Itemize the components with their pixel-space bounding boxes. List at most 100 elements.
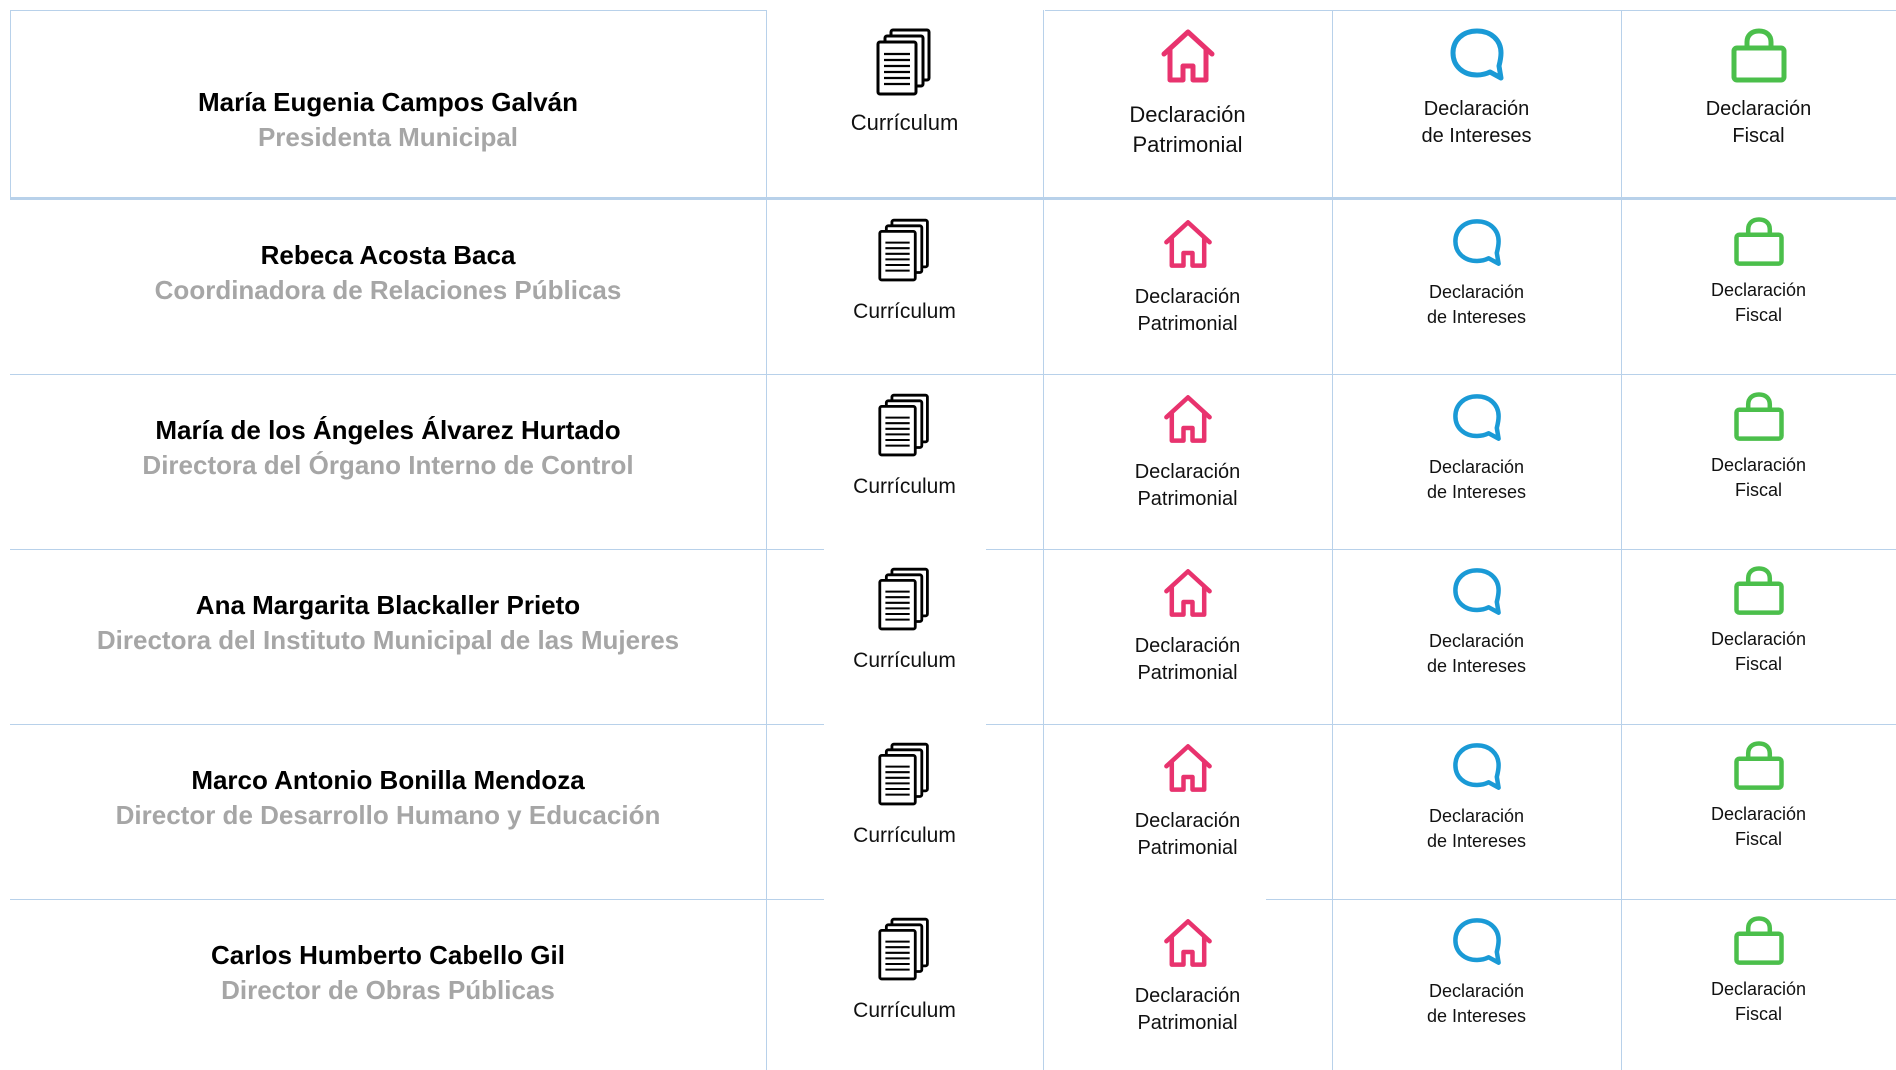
fiscal-label-2: Fiscal (1734, 654, 1782, 674)
fiscal-label-1: Declaración (1710, 804, 1807, 824)
person-role: Coordinadora de Relaciones Públicas (154, 275, 622, 305)
intereses-label-2: de Intereses (1426, 482, 1527, 502)
shopping-bag-icon (1733, 392, 1784, 441)
intereses-link[interactable]: Declaración de Intereses (1332, 915, 1621, 1029)
curriculum-label: Currículum (850, 110, 959, 135)
row-divider (10, 899, 824, 900)
person-row-6: Carlos Humberto Cabello Gil Director de … (10, 938, 766, 1008)
speech-bubble-icon (1452, 743, 1501, 790)
patrimonial-label-1: Declaración (1134, 985, 1241, 1007)
fiscal-label-1: Declaración (1710, 629, 1807, 649)
column-divider (1043, 10, 1044, 1070)
person-row-5: Marco Antonio Bonilla Mendoza Director d… (10, 763, 766, 833)
speech-bubble-icon (1450, 28, 1503, 81)
curriculum-label: Currículum (853, 649, 956, 672)
intereses-label-1: Declaración (1428, 806, 1525, 826)
house-icon (1163, 220, 1212, 268)
patrimonial-link[interactable]: Declaración Patrimonial (1043, 216, 1332, 338)
fiscal-link[interactable]: Declaración Fiscal (1621, 216, 1896, 328)
row-divider (10, 724, 824, 725)
column-divider (1621, 10, 1622, 1070)
row-divider (986, 724, 1896, 725)
patrimonial-label-1: Declaración (1134, 286, 1241, 308)
intereses-label-1: Declaración (1423, 98, 1530, 120)
column-divider (1332, 10, 1333, 1070)
shopping-bag-icon (1733, 916, 1784, 965)
speech-bubble-icon (1452, 918, 1501, 965)
column-divider (766, 10, 767, 1070)
fiscal-label-2: Fiscal (1734, 480, 1782, 500)
intereses-label-2: de Intereses (1426, 831, 1527, 851)
house-icon (1161, 29, 1214, 83)
intereses-link[interactable]: Declaración de Intereses (1332, 26, 1621, 150)
patrimonial-label-2: Patrimonial (1137, 662, 1238, 684)
person-row-3: María de los Ángeles Álvarez Hurtado Dir… (10, 413, 766, 483)
intereses-label-1: Declaración (1428, 282, 1525, 302)
patrimonial-label-1: Declaración (1134, 461, 1241, 483)
house-icon (1163, 569, 1212, 617)
intereses-link[interactable]: Declaración de Intereses (1332, 391, 1621, 505)
intereses-label-2: de Intereses (1426, 656, 1527, 676)
fiscal-link[interactable]: Declaración Fiscal (1621, 740, 1896, 852)
row-divider (10, 549, 824, 550)
documents-stack-icon (877, 393, 929, 457)
curriculum-link[interactable]: Currículum (766, 393, 1043, 501)
documents-stack-icon (877, 917, 929, 981)
patrimonial-link[interactable]: Declaración Patrimonial (1043, 26, 1332, 160)
patrimonial-label-2: Patrimonial (1137, 313, 1238, 335)
person-name: Ana Margarita Blackaller Prieto (195, 590, 581, 620)
patrimonial-link[interactable]: Declaración Patrimonial (1043, 565, 1332, 687)
curriculum-link[interactable]: Currículum (766, 917, 1043, 1025)
intereses-link[interactable]: Declaración de Intereses (1332, 740, 1621, 854)
person-role: Presidenta Municipal (257, 122, 519, 152)
row-divider (1266, 899, 1896, 900)
fiscal-label-1: Declaración (1710, 979, 1807, 999)
curriculum-label: Currículum (853, 824, 956, 847)
table-top-border (10, 10, 766, 11)
fiscal-link[interactable]: Declaración Fiscal (1621, 28, 1896, 150)
intereses-label-1: Declaración (1428, 631, 1525, 651)
shopping-bag-icon (1733, 741, 1784, 790)
person-name: Carlos Humberto Cabello Gil (211, 940, 565, 970)
fiscal-label-1: Declaración (1710, 455, 1807, 475)
documents-stack-icon (876, 28, 930, 96)
patrimonial-link[interactable]: Declaración Patrimonial (1043, 915, 1332, 1037)
fiscal-link[interactable]: Declaración Fiscal (1621, 565, 1896, 677)
curriculum-label: Currículum (853, 475, 956, 498)
patrimonial-label-2: Patrimonial (1137, 837, 1238, 859)
curriculum-link[interactable]: Currículum (766, 28, 1043, 138)
patrimonial-label-1: Declaración (1134, 635, 1241, 657)
fiscal-link[interactable]: Declaración Fiscal (1621, 915, 1896, 1027)
person-row-1: María Eugenia Campos Galván Presidenta M… (10, 85, 766, 155)
intereses-label-1: Declaración (1428, 457, 1525, 477)
patrimonial-label-2: Patrimonial (1132, 132, 1243, 157)
curriculum-link[interactable]: Currículum (766, 567, 1043, 675)
patrimonial-link[interactable]: Declaración Patrimonial (1043, 391, 1332, 513)
fiscal-label-2: Fiscal (1732, 125, 1785, 147)
person-name: Rebeca Acosta Baca (260, 240, 516, 270)
curriculum-link[interactable]: Currículum (766, 742, 1043, 850)
patrimonial-link[interactable]: Declaración Patrimonial (1043, 740, 1332, 862)
intereses-link[interactable]: Declaración de Intereses (1332, 565, 1621, 679)
shopping-bag-icon (1731, 28, 1786, 83)
person-row-4: Ana Margarita Blackaller Prieto Director… (10, 588, 766, 658)
intereses-label-2: de Intereses (1426, 307, 1527, 327)
patrimonial-label-2: Patrimonial (1137, 488, 1238, 510)
curriculum-link[interactable]: Currículum (766, 218, 1043, 326)
house-icon (1163, 395, 1212, 443)
curriculum-label: Currículum (853, 999, 956, 1022)
fiscal-link[interactable]: Declaración Fiscal (1621, 391, 1896, 503)
fiscal-label-2: Fiscal (1734, 1004, 1782, 1024)
intereses-link[interactable]: Declaración de Intereses (1332, 216, 1621, 330)
table-top-border (1045, 10, 1896, 11)
fiscal-label-2: Fiscal (1734, 829, 1782, 849)
fiscal-label-2: Fiscal (1734, 305, 1782, 325)
documents-stack-icon (877, 742, 929, 806)
intereses-label-2: de Intereses (1426, 1006, 1527, 1026)
person-name: María de los Ángeles Álvarez Hurtado (155, 415, 621, 445)
house-icon (1163, 744, 1212, 792)
speech-bubble-icon (1452, 394, 1501, 441)
officials-table: María Eugenia Campos Galván Presidenta M… (10, 10, 1896, 1070)
row-divider (986, 549, 1896, 550)
person-name: María Eugenia Campos Galván (197, 87, 578, 117)
